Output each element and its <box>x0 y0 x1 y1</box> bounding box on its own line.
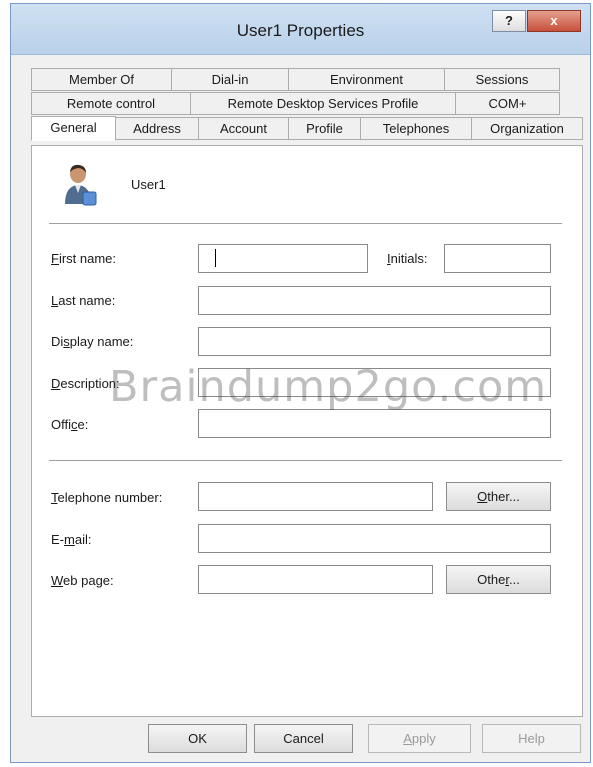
last-name-label: Last name: <box>51 293 116 308</box>
separator-top <box>49 223 562 225</box>
close-button[interactable]: x <box>527 10 581 32</box>
tab-general[interactable]: General <box>31 116 116 141</box>
help-button[interactable]: Help <box>482 724 581 753</box>
user-name-label: User1 <box>131 177 166 192</box>
email-label: E-mail: <box>51 532 92 547</box>
tab-account[interactable]: Account <box>198 117 289 140</box>
tab-profile[interactable]: Profile <box>288 117 361 140</box>
other-telephone-button[interactable]: Other... <box>446 482 551 511</box>
last-name-field[interactable] <box>198 286 551 315</box>
office-field[interactable] <box>198 409 551 438</box>
initials-label: Initials: <box>387 251 428 266</box>
watermark-text: Braindump2go.com <box>109 362 548 412</box>
cancel-button[interactable]: Cancel <box>254 724 353 753</box>
tab-com-plus[interactable]: COM+ <box>455 92 560 115</box>
other-web-page-button[interactable]: Other... <box>446 565 551 594</box>
tab-address[interactable]: Address <box>115 117 199 140</box>
tab-remote-control[interactable]: Remote control <box>31 92 191 115</box>
telephone-number-label: Telephone number: <box>51 490 163 505</box>
first-name-field[interactable] <box>198 244 368 273</box>
tab-remote-desktop-services-profile[interactable]: Remote Desktop Services Profile <box>190 92 456 115</box>
web-page-label: Web page: <box>51 573 114 588</box>
office-label: Office: <box>51 417 89 432</box>
initials-field[interactable] <box>444 244 551 273</box>
tab-organization[interactable]: Organization <box>471 117 583 140</box>
ok-button[interactable]: OK <box>148 724 247 753</box>
user-properties-dialog: User1 Properties ? x Member Of Dial-in E… <box>10 3 591 763</box>
telephone-number-field[interactable] <box>198 482 433 511</box>
help-icon-button[interactable]: ? <box>492 10 526 32</box>
tab-member-of[interactable]: Member Of <box>31 68 172 91</box>
tab-telephones[interactable]: Telephones <box>360 117 472 140</box>
web-page-field[interactable] <box>198 565 433 594</box>
email-field[interactable] <box>198 524 551 553</box>
text-cursor <box>215 249 216 267</box>
tab-dial-in[interactable]: Dial-in <box>171 68 289 91</box>
user-icon <box>63 162 97 206</box>
display-name-label: Display name: <box>51 334 134 349</box>
tab-sessions[interactable]: Sessions <box>444 68 560 91</box>
first-name-label: First name: <box>51 251 117 266</box>
tab-environment[interactable]: Environment <box>288 68 445 91</box>
separator-middle <box>49 460 562 462</box>
apply-button[interactable]: Apply <box>368 724 471 753</box>
title-bar: User1 Properties ? x <box>11 4 590 55</box>
display-name-field[interactable] <box>198 327 551 356</box>
